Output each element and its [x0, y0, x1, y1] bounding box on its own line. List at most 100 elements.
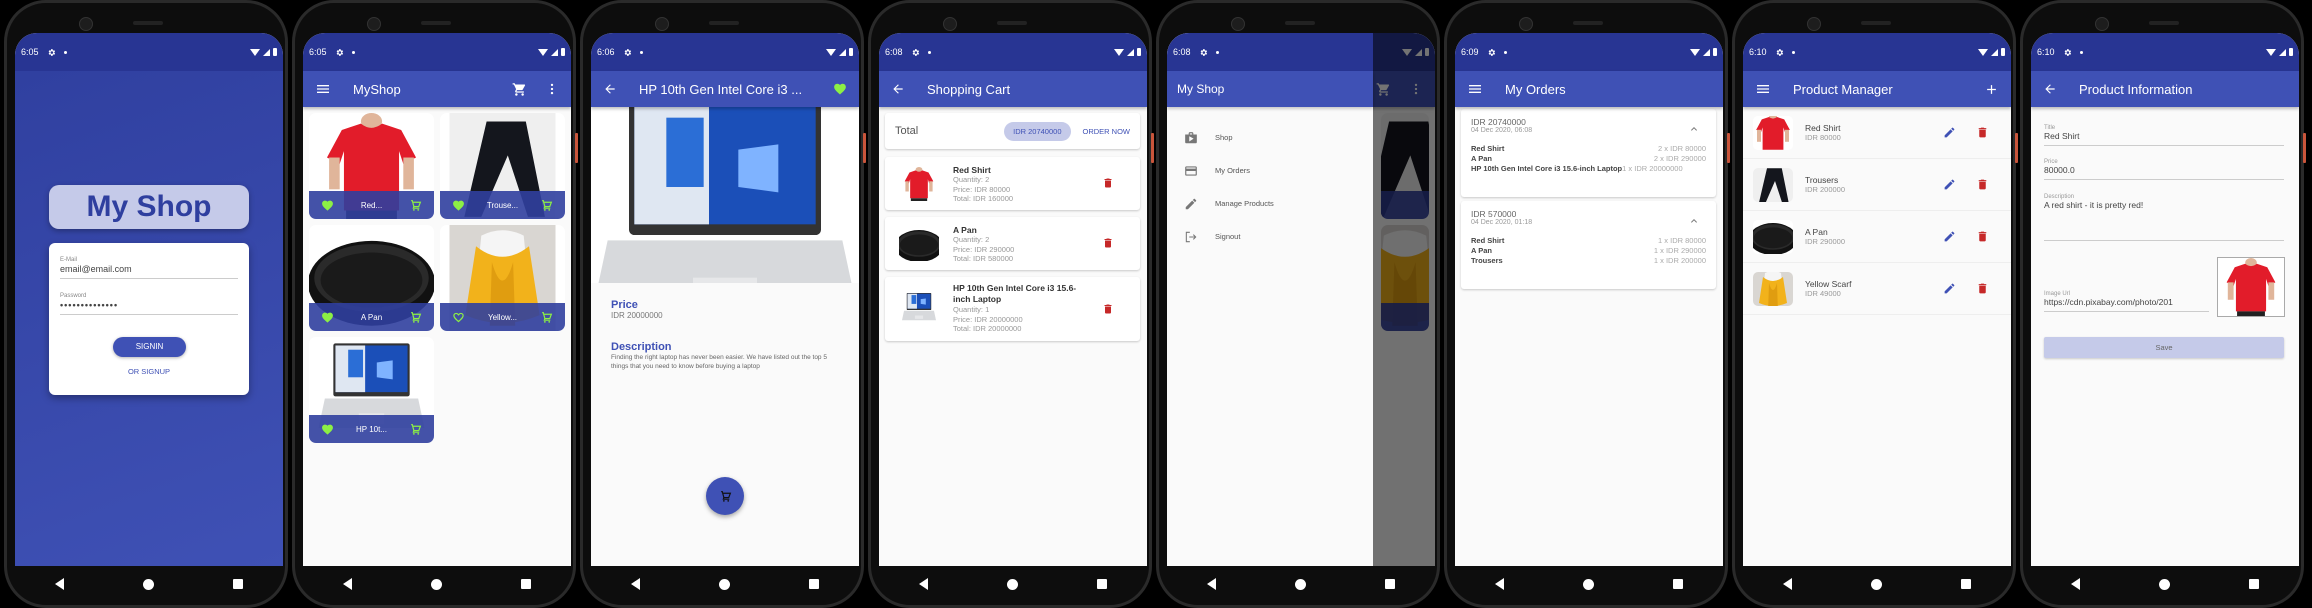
nav-home-icon[interactable] [1006, 578, 1018, 590]
speaker [421, 21, 451, 25]
title-field[interactable]: Title Red Shirt [2044, 125, 2284, 146]
more-options-icon[interactable] [545, 82, 559, 96]
drawer-item-manage-products[interactable]: Manage Products [1167, 187, 1373, 220]
notification-dot [2079, 50, 2083, 54]
nav-back-icon[interactable] [342, 578, 352, 590]
nav-recents-icon[interactable] [233, 579, 244, 589]
edit-pencil-icon[interactable] [1943, 282, 1956, 295]
delete-icon[interactable] [1976, 282, 1989, 295]
product-tile[interactable]: Red... [309, 113, 434, 219]
password-field[interactable]: Password •••••••••••••• [60, 293, 238, 315]
favorite-heart-icon[interactable] [321, 311, 334, 324]
description-value[interactable]: A red shirt - it is pretty red! [2044, 200, 2284, 214]
back-arrow-icon[interactable] [2043, 82, 2057, 96]
nav-recents-icon[interactable] [2249, 579, 2260, 589]
product-tile[interactable]: HP 10t... [309, 337, 434, 443]
image-url-value[interactable]: https://cdn.pixabay.com/photo/201 [2044, 297, 2209, 311]
nav-recents-icon[interactable] [1097, 579, 1108, 589]
description-field[interactable]: Description A red shirt - it is pretty r… [2044, 194, 2284, 241]
nav-back-icon[interactable] [1494, 578, 1504, 590]
nav-home-icon[interactable] [1582, 578, 1594, 590]
add-to-cart-icon[interactable] [409, 311, 422, 324]
email-field[interactable]: E-Mail email@email.com [60, 257, 238, 279]
favorite-heart-outline-icon[interactable] [452, 311, 465, 324]
product-thumb-yellow-scarf [1753, 272, 1793, 306]
drawer-item-signout[interactable]: Signout [1167, 220, 1373, 253]
favorite-heart-icon[interactable] [452, 199, 465, 212]
nav-back-icon[interactable] [2070, 578, 2080, 590]
nav-back-icon[interactable] [918, 578, 928, 590]
nav-home-icon[interactable] [1294, 578, 1306, 590]
delete-icon[interactable] [1102, 303, 1114, 315]
delete-icon[interactable] [1102, 177, 1114, 189]
product-tile[interactable]: A Pan [309, 225, 434, 331]
status-time: 6:06 [597, 47, 615, 57]
product-hero-image [591, 85, 859, 353]
menu-icon[interactable] [1467, 81, 1483, 97]
menu-icon[interactable] [1755, 81, 1771, 97]
add-to-cart-icon[interactable] [409, 423, 422, 436]
nav-home-icon[interactable] [718, 578, 730, 590]
nav-back-icon[interactable] [1206, 578, 1216, 590]
nav-recents-icon[interactable] [1385, 579, 1396, 589]
password-value[interactable]: •••••••••••••• [60, 300, 238, 314]
nav-home-icon[interactable] [2158, 578, 2170, 590]
nav-home-icon[interactable] [430, 578, 442, 590]
power-button [2015, 133, 2018, 163]
product-tile[interactable]: Trouse... [440, 113, 565, 219]
edit-pencil-icon[interactable] [1943, 126, 1956, 139]
save-button[interactable]: Save [2044, 337, 2284, 358]
image-url-field[interactable]: Image Url https://cdn.pixabay.com/photo/… [2044, 291, 2209, 312]
drawer-title: My Shop [1167, 71, 1373, 107]
nav-back-icon[interactable] [630, 578, 640, 590]
back-arrow-icon[interactable] [891, 82, 905, 96]
settings-icon [2063, 48, 2072, 57]
cart-icon[interactable] [512, 82, 527, 97]
nav-back-icon[interactable] [54, 578, 64, 590]
signin-button[interactable]: SIGNIN [113, 337, 186, 357]
cart-item-image-pan [899, 227, 939, 261]
add-to-cart-icon[interactable] [540, 199, 553, 212]
delete-icon[interactable] [1976, 126, 1989, 139]
signup-link[interactable]: OR SIGNUP [49, 367, 249, 376]
add-to-cart-icon[interactable] [409, 199, 422, 212]
nav-recents-icon[interactable] [521, 579, 532, 589]
order-now-button[interactable]: ORDER NOW [1083, 127, 1131, 136]
drawer-item-shop[interactable]: Shop [1167, 121, 1373, 154]
edit-pencil-icon[interactable] [1943, 178, 1956, 191]
title-value[interactable]: Red Shirt [2044, 131, 2284, 145]
add-to-cart-fab[interactable] [706, 477, 744, 515]
settings-icon [1199, 48, 1208, 57]
nav-home-icon[interactable] [142, 578, 154, 590]
status-bar: 6:06 [591, 33, 859, 71]
favorite-heart-icon[interactable] [321, 423, 334, 436]
nav-home-icon[interactable] [1870, 578, 1882, 590]
nav-recents-icon[interactable] [1673, 579, 1684, 589]
favorite-heart-icon[interactable] [321, 199, 334, 212]
nav-recents-icon[interactable] [809, 579, 820, 589]
delete-icon[interactable] [1976, 178, 1989, 191]
favorite-heart-icon[interactable] [833, 82, 847, 96]
chevron-up-icon[interactable] [1688, 215, 1700, 227]
price-field[interactable]: Price 80000.0 [2044, 159, 2284, 180]
product-tile-footer: Trouse... [440, 191, 565, 219]
add-to-cart-icon[interactable] [540, 311, 553, 324]
notification-dot [63, 50, 67, 54]
nav-recents-icon[interactable] [1961, 579, 1972, 589]
menu-icon[interactable] [315, 81, 331, 97]
nav-back-icon[interactable] [1782, 578, 1792, 590]
chevron-up-icon[interactable] [1688, 123, 1700, 135]
price-value[interactable]: 80000.0 [2044, 165, 2284, 179]
email-value[interactable]: email@email.com [60, 264, 238, 278]
app-bar-title: MyShop [353, 81, 401, 97]
status-time: 6:08 [885, 47, 903, 57]
back-arrow-icon[interactable] [603, 82, 617, 96]
android-nav-bar [591, 566, 859, 602]
product-tile[interactable]: Yellow... [440, 225, 565, 331]
delete-icon[interactable] [1976, 230, 1989, 243]
drawer-item-my-orders[interactable]: My Orders [1167, 154, 1373, 187]
add-product-icon[interactable] [1984, 82, 1999, 97]
edit-pencil-icon[interactable] [1943, 230, 1956, 243]
delete-icon[interactable] [1102, 237, 1114, 249]
cart-item-quantity: Quantity: 2 [953, 235, 990, 244]
